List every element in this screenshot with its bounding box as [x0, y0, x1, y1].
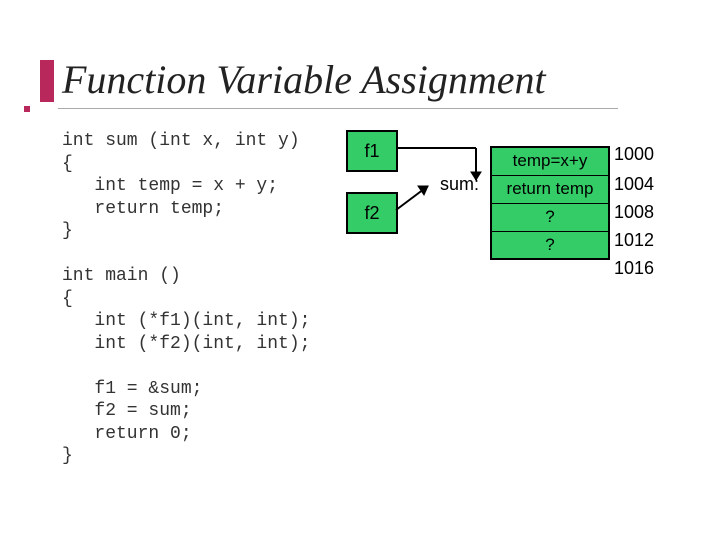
sum-label: sum:: [440, 174, 479, 195]
memory-table: temp=x+y return temp ? ?: [490, 146, 610, 260]
slide-title: Function Variable Assignment: [62, 56, 546, 103]
table-row: ?: [491, 203, 609, 231]
table-row: temp=x+y: [491, 147, 609, 175]
address-label: 1004: [614, 174, 654, 195]
address-label: 1016: [614, 258, 654, 279]
accent-bar: [40, 60, 54, 102]
address-label: 1008: [614, 202, 654, 223]
box-f2: f2: [346, 192, 398, 234]
code-block: int sum (int x, int y) { int temp = x + …: [62, 130, 310, 468]
arrow-f2-to-sum: [394, 184, 440, 214]
address-label: 1000: [614, 144, 654, 165]
title-divider: [58, 108, 618, 109]
address-label: 1012: [614, 230, 654, 251]
box-f1: f1: [346, 130, 398, 172]
accent-square: [24, 106, 30, 112]
table-row: ?: [491, 231, 609, 259]
table-row: return temp: [491, 175, 609, 203]
